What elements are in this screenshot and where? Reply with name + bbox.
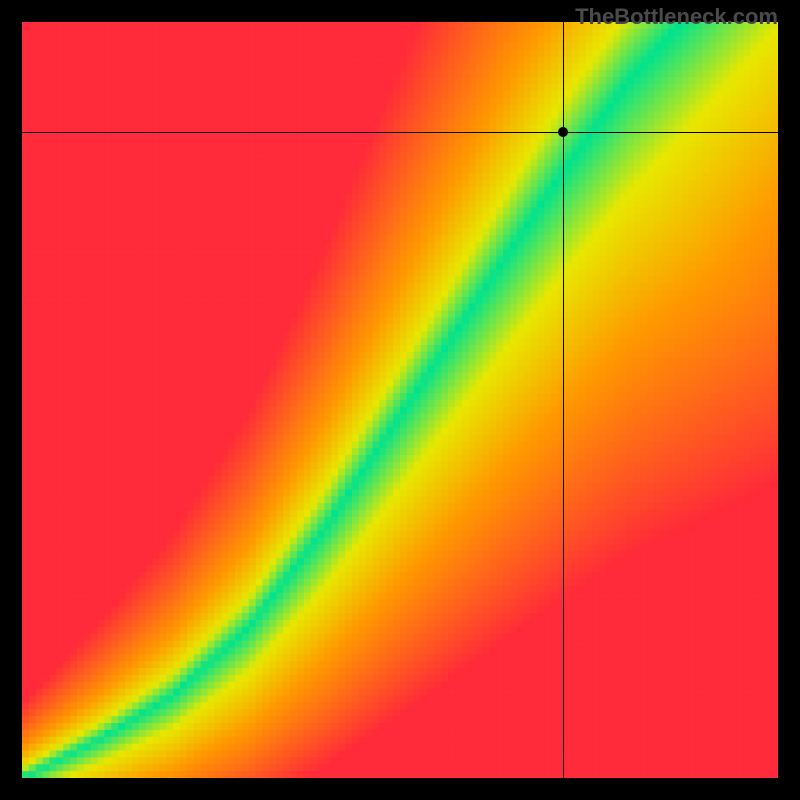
bottleneck-heatmap [22, 22, 778, 778]
plot-area [22, 22, 778, 778]
crosshair-horizontal [22, 132, 778, 133]
chart-container: TheBottleneck.com [0, 0, 800, 800]
selection-marker [558, 127, 568, 137]
watermark-text: TheBottleneck.com [575, 4, 778, 30]
